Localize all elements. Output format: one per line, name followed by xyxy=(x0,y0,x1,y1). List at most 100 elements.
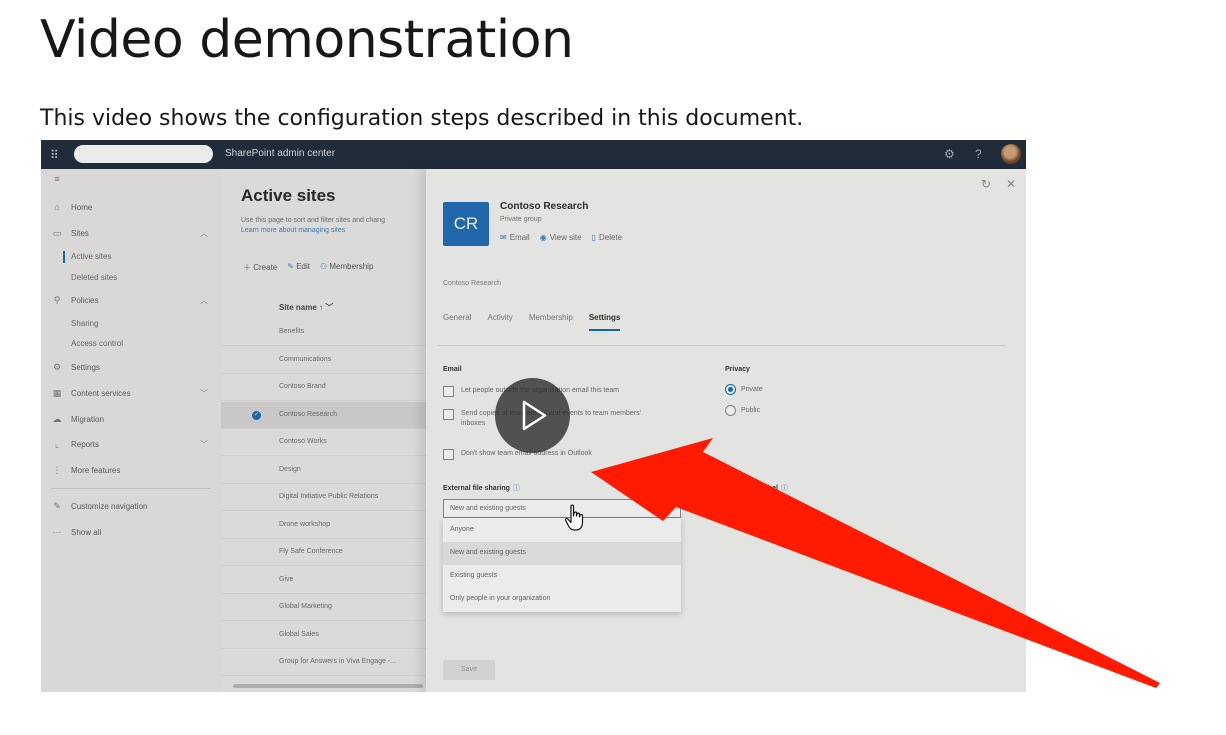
table-row[interactable]: Drone workshop xyxy=(221,512,426,539)
video-player[interactable]: ⠿ SharePoint admin center ⚙ ? ≡ ⌂ Home ▭ S… xyxy=(41,140,1026,692)
nav-item-more-features[interactable]: ⋮ More features xyxy=(51,465,216,476)
nav-item-sites[interactable]: ▭ Sites ︿ xyxy=(51,228,216,239)
mail-icon: ✉ xyxy=(500,233,507,242)
site-name-cell: Contoso Research xyxy=(279,410,337,418)
chevron-down-icon: ﹀ xyxy=(200,440,208,449)
email-action[interactable]: ✉ Email xyxy=(500,233,530,242)
privacy-public-radio[interactable]: Public xyxy=(725,405,760,416)
app-topbar: ⠿ SharePoint admin center ⚙ ? xyxy=(41,140,1026,169)
gear-icon[interactable]: ⚙ xyxy=(944,147,955,161)
help-icon[interactable]: ? xyxy=(975,147,982,161)
site-actions: ✉ Email ◉ View site ▯ Delete xyxy=(500,233,622,242)
nav-item-home[interactable]: ⌂ Home xyxy=(51,202,216,212)
table-row[interactable]: Contoso Brand xyxy=(221,374,426,401)
nav-item-access-control[interactable]: Access control xyxy=(71,339,123,348)
option-new-and-existing-guests[interactable]: New and existing guests xyxy=(443,542,681,565)
tab-general[interactable]: General xyxy=(443,313,471,331)
site-name-cell: Design xyxy=(279,465,301,473)
command-bar: ＋ Create ✎ Edit ⚇ Membership xyxy=(243,262,373,273)
checkbox[interactable] xyxy=(443,409,454,420)
cloud-icon: ☁ xyxy=(52,414,62,424)
table-row[interactable]: Group for Answers in Viva Engage -... xyxy=(221,649,426,676)
nav-active-indicator xyxy=(63,251,65,263)
email-heading: Email xyxy=(443,366,462,373)
pencil-icon: ✎ xyxy=(53,501,61,511)
edit-button[interactable]: ✎ Edit xyxy=(287,262,310,273)
site-name-cell: Communications xyxy=(279,355,332,363)
checkbox[interactable] xyxy=(443,386,454,397)
table-row[interactable]: Benefits xyxy=(221,319,426,346)
site-name-cell: Benefits xyxy=(279,328,305,335)
chevron-down-icon: ﹀ xyxy=(200,389,208,398)
info-icon[interactable]: ⓘ xyxy=(781,485,788,492)
site-name-cell: Drone workshop xyxy=(279,520,330,528)
nav-item-deleted-sites[interactable]: Deleted sites xyxy=(71,273,117,282)
delete-action[interactable]: ▯ Delete xyxy=(592,233,623,242)
horizontal-scrollbar[interactable] xyxy=(233,684,423,688)
hamburger-icon[interactable]: ≡ xyxy=(51,174,216,184)
table-row[interactable]: Communications xyxy=(221,347,426,374)
people-icon: ⚇ xyxy=(319,262,328,271)
hand-cursor-icon xyxy=(564,504,584,531)
nav-item-policies[interactable]: ⚲ Policies ︿ xyxy=(51,295,216,306)
table-row[interactable]: ✓ Contoso Research xyxy=(221,401,426,429)
option-existing-guests[interactable]: Existing guests xyxy=(443,565,681,588)
app-name: SharePoint admin center xyxy=(225,148,336,159)
nav-item-active-sites[interactable]: Active sites xyxy=(71,252,111,261)
tab-divider xyxy=(438,345,1006,346)
membership-button[interactable]: ⚇ Membership xyxy=(320,262,373,273)
site-name-cell: Group for Answers in Viva Engage -... xyxy=(279,658,396,665)
main-title: Active sites xyxy=(241,186,336,205)
tab-settings[interactable]: Settings xyxy=(588,313,621,331)
nav-divider xyxy=(51,488,211,489)
create-button[interactable]: ＋ Create xyxy=(243,262,277,273)
table-row[interactable]: Contoso Works xyxy=(221,429,426,456)
chevron-up-icon: ︿ xyxy=(200,296,208,305)
chart-icon: ⌞ xyxy=(54,439,60,449)
nav-item-content-services[interactable]: ▦ Content services ﹀ xyxy=(51,388,216,399)
privacy-private-radio[interactable]: Private xyxy=(725,384,763,395)
column-header-site-name[interactable]: Site name ↑ ﹀ xyxy=(279,302,333,313)
option-only-organization[interactable]: Only people in your organization xyxy=(443,588,681,611)
tab-activity[interactable]: Activity xyxy=(487,313,512,331)
nav-item-migration[interactable]: ☁ Migration xyxy=(51,414,216,425)
site-name: Contoso Research xyxy=(500,201,589,212)
option-anyone[interactable]: Anyone xyxy=(443,519,681,542)
nav-item-sharing[interactable]: Sharing xyxy=(71,319,99,328)
table-row[interactable]: Design xyxy=(221,457,426,484)
save-button[interactable]: Save xyxy=(443,660,495,680)
active-sites-pane: Active sites Use this page to sort and f… xyxy=(221,169,426,692)
table-row[interactable]: Give xyxy=(221,567,426,594)
page-title: Video demonstration xyxy=(40,10,574,70)
refresh-icon[interactable]: ↻ xyxy=(981,177,991,191)
nav-item-settings[interactable]: ⚙ Settings xyxy=(51,362,216,373)
checkbox[interactable] xyxy=(443,449,454,460)
play-button[interactable] xyxy=(495,378,570,453)
external-sharing-select[interactable]: New and existing guests xyxy=(443,499,681,518)
table-row[interactable]: Global Marketing xyxy=(221,594,426,621)
nav-item-customize-navigation[interactable]: ✎ Customize navigation xyxy=(51,501,216,512)
site-name-cell: Digital Initiative Public Relations xyxy=(279,493,379,500)
learn-more-link[interactable]: Learn more about managing sites xyxy=(241,226,431,236)
avatar[interactable] xyxy=(1001,144,1021,164)
selected-check-icon[interactable]: ✓ xyxy=(252,410,261,420)
site-name-cell: Contoso Works xyxy=(279,438,327,445)
info-icon[interactable]: ⓘ xyxy=(513,485,520,492)
waffle-icon[interactable]: ⠿ xyxy=(50,148,64,162)
nav-item-show-all[interactable]: ··· Show all xyxy=(51,527,216,537)
breadcrumb: Contoso Research xyxy=(443,280,501,287)
gear-icon: ⚙ xyxy=(52,362,62,372)
close-icon[interactable]: ✕ xyxy=(1006,177,1016,191)
site-name-cell: Contoso Brand xyxy=(279,383,326,390)
panel-tabs: General Activity Membership Settings xyxy=(443,313,621,331)
table-row[interactable]: Fly Safe Conference xyxy=(221,539,426,566)
table-row[interactable]: Global Sales xyxy=(221,622,426,649)
more-icon: ⋮ xyxy=(52,465,62,475)
content-icon: ▦ xyxy=(52,388,62,398)
tab-membership[interactable]: Membership xyxy=(529,313,573,331)
nav-item-reports[interactable]: ⌞ Reports ﹀ xyxy=(51,439,216,450)
play-icon xyxy=(522,400,547,431)
privacy-heading: Privacy xyxy=(725,366,750,373)
table-row[interactable]: Digital Initiative Public Relations xyxy=(221,484,426,511)
view-site-action[interactable]: ◉ View site xyxy=(540,233,582,242)
